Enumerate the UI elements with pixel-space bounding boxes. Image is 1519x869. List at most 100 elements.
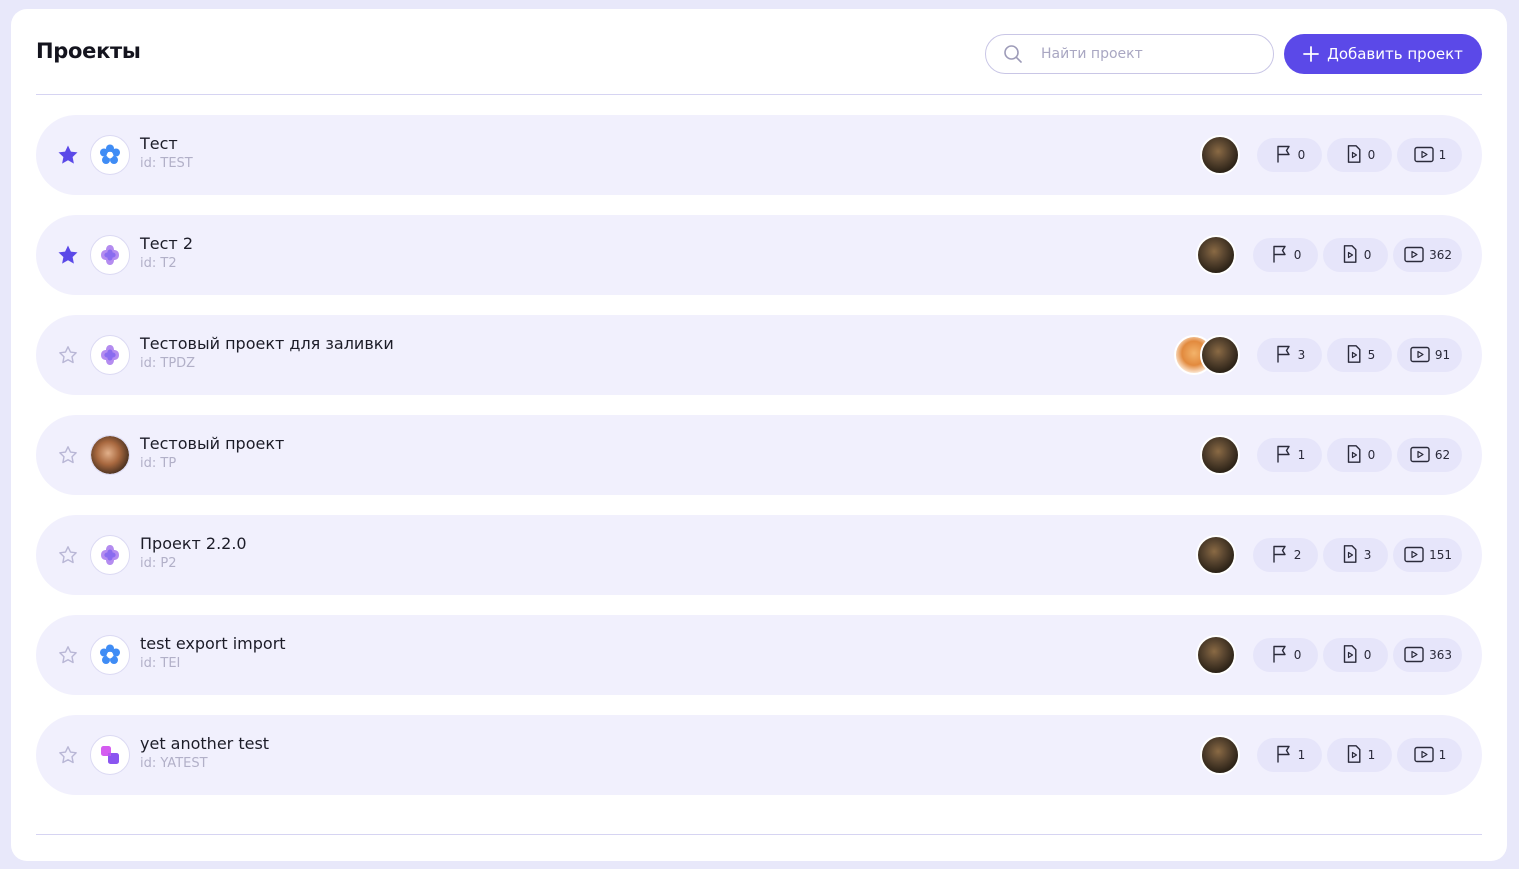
milestones-count: 1	[1297, 748, 1306, 762]
add-project-button[interactable]: Добавить проект	[1284, 34, 1482, 74]
project-row[interactable]: Тест 2 id: T2 0 0 362	[36, 215, 1482, 295]
document-play-icon	[1340, 244, 1360, 267]
search-box[interactable]	[985, 34, 1274, 74]
milestones-counter[interactable]: 1	[1257, 738, 1322, 772]
document-play-icon	[1344, 344, 1364, 367]
project-id: id: TP	[140, 456, 177, 471]
test-runs-count: 1	[1438, 148, 1447, 162]
flower-blue-icon	[90, 135, 130, 175]
favorite-star-icon[interactable]	[56, 643, 80, 667]
flower-purple-icon	[90, 535, 130, 575]
page-header: Проекты Добавить проект	[36, 9, 1482, 95]
member-avatar[interactable]	[1200, 335, 1240, 375]
project-stats: 1 1 1	[1200, 735, 1462, 775]
video-play-icon	[1409, 344, 1431, 367]
project-row[interactable]: Тестовый проект для заливки id: TPDZ 3 5…	[36, 315, 1482, 395]
project-stats: 3 5 91	[1174, 335, 1462, 375]
blocks-pink-icon	[90, 735, 130, 775]
favorite-star-icon[interactable]	[56, 543, 80, 567]
flower-blue-icon	[90, 635, 130, 675]
test-runs-count: 151	[1429, 548, 1452, 562]
flower-purple-icon	[90, 235, 130, 275]
favorite-star-filled-icon[interactable]	[56, 243, 80, 267]
flag-icon	[1274, 744, 1294, 767]
project-name[interactable]: test export import	[140, 634, 286, 653]
milestones-counter[interactable]: 0	[1253, 238, 1319, 272]
flag-icon	[1274, 144, 1294, 167]
test-runs-counter[interactable]: 363	[1393, 638, 1462, 672]
test-runs-count: 62	[1434, 448, 1451, 462]
project-name[interactable]: Тест	[140, 134, 178, 153]
milestones-count: 2	[1293, 548, 1302, 562]
project-list: Тест id: TEST 0 0 1 Тест 2 id: T2 0 0 36…	[36, 115, 1482, 815]
milestones-counter[interactable]: 0	[1257, 138, 1322, 172]
test-runs-count: 91	[1434, 348, 1451, 362]
test-runs-count: 362	[1429, 248, 1452, 262]
member-avatar[interactable]	[1196, 535, 1237, 575]
project-id: id: TEST	[140, 156, 193, 171]
project-row[interactable]: yet another test id: YATEST 1 1 1	[36, 715, 1482, 795]
document-play-icon	[1340, 544, 1360, 567]
test-plans-counter[interactable]: 0	[1327, 438, 1392, 472]
member-avatar[interactable]	[1200, 435, 1240, 475]
milestones-counter[interactable]: 2	[1253, 538, 1319, 572]
add-project-label: Добавить проект	[1327, 45, 1463, 63]
test-runs-counter[interactable]: 362	[1393, 238, 1462, 272]
plus-icon	[1303, 46, 1319, 62]
video-play-icon	[1403, 644, 1425, 667]
test-plans-count: 3	[1363, 548, 1372, 562]
project-name[interactable]: Проект 2.2.0	[140, 534, 247, 553]
test-runs-counter[interactable]: 1	[1397, 738, 1462, 772]
member-avatar[interactable]	[1196, 635, 1237, 675]
test-plans-counter[interactable]: 0	[1323, 638, 1389, 672]
project-stats: 0 0 362	[1196, 235, 1462, 275]
document-play-icon	[1344, 744, 1364, 767]
project-row[interactable]: test export import id: TEI 0 0 363	[36, 615, 1482, 695]
project-id: id: YATEST	[140, 756, 208, 771]
project-stats: 2 3 151	[1196, 535, 1462, 575]
project-name[interactable]: Тест 2	[140, 234, 193, 253]
milestones-count: 0	[1293, 248, 1302, 262]
project-id: id: P2	[140, 556, 177, 571]
favorite-star-filled-icon[interactable]	[56, 143, 80, 167]
project-stats: 1 0 62	[1200, 435, 1462, 475]
test-plans-count: 0	[1363, 248, 1372, 262]
test-plans-count: 0	[1367, 148, 1376, 162]
test-runs-counter[interactable]: 151	[1393, 538, 1462, 572]
milestones-counter[interactable]: 3	[1257, 338, 1322, 372]
test-plans-counter[interactable]: 3	[1323, 538, 1389, 572]
project-name[interactable]: Тестовый проект	[140, 434, 284, 453]
test-runs-counter[interactable]: 1	[1397, 138, 1462, 172]
project-row[interactable]: Проект 2.2.0 id: P2 2 3 151	[36, 515, 1482, 595]
member-avatar[interactable]	[1196, 235, 1237, 275]
test-plans-counter[interactable]: 0	[1323, 238, 1389, 272]
favorite-star-icon[interactable]	[56, 343, 80, 367]
project-name[interactable]: Тестовый проект для заливки	[140, 334, 394, 353]
test-runs-counter[interactable]: 62	[1397, 438, 1462, 472]
test-plans-counter[interactable]: 1	[1327, 738, 1392, 772]
flag-icon	[1270, 644, 1290, 667]
flower-purple-icon	[90, 335, 130, 375]
test-plans-count: 0	[1367, 448, 1376, 462]
document-play-icon	[1340, 644, 1360, 667]
milestones-counter[interactable]: 0	[1253, 638, 1319, 672]
project-name[interactable]: yet another test	[140, 734, 269, 753]
project-row[interactable]: Тест id: TEST 0 0 1	[36, 115, 1482, 195]
project-id: id: T2	[140, 256, 177, 271]
project-row[interactable]: Тестовый проект id: TP 1 0 62	[36, 415, 1482, 495]
photo-logo-icon	[90, 435, 130, 475]
member-avatar[interactable]	[1200, 135, 1240, 175]
test-plans-counter[interactable]: 5	[1327, 338, 1392, 372]
milestones-counter[interactable]: 1	[1257, 438, 1322, 472]
document-play-icon	[1344, 444, 1364, 467]
test-plans-counter[interactable]: 0	[1327, 138, 1392, 172]
project-id: id: TEI	[140, 656, 181, 671]
favorite-star-icon[interactable]	[56, 443, 80, 467]
member-avatar[interactable]	[1200, 735, 1240, 775]
search-input[interactable]	[1041, 46, 1241, 62]
test-runs-counter[interactable]: 91	[1397, 338, 1462, 372]
search-icon	[1004, 45, 1022, 63]
video-play-icon	[1413, 744, 1435, 767]
bottom-divider	[36, 834, 1482, 835]
favorite-star-icon[interactable]	[56, 743, 80, 767]
